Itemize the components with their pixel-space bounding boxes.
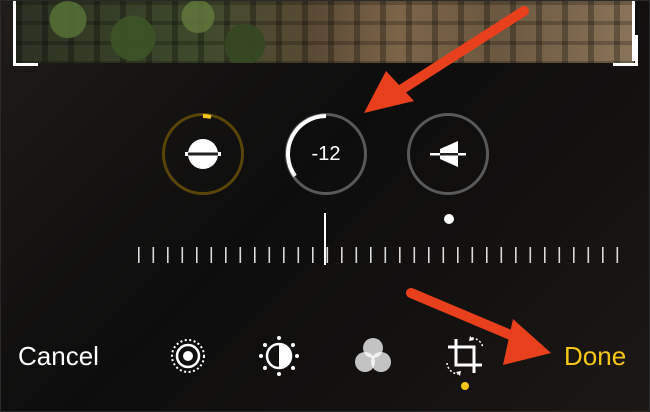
slider-tick <box>500 247 503 263</box>
slider-tick <box>442 247 445 263</box>
slider-tick <box>544 247 546 263</box>
adjust-icon <box>259 336 299 376</box>
crop-icon <box>446 336 484 376</box>
slider-tick <box>558 247 561 263</box>
slider-tick <box>138 247 140 263</box>
active-tool-indicator <box>461 382 469 390</box>
horizontal-dial[interactable] <box>407 113 489 195</box>
done-button[interactable]: Done <box>564 340 626 372</box>
horizontal-adjusted-dot <box>444 214 454 224</box>
adjust-button[interactable] <box>258 335 300 377</box>
slider-tick <box>268 247 271 263</box>
slider-tick <box>326 247 329 263</box>
slider-tick <box>471 247 474 263</box>
slider-tick <box>181 247 184 263</box>
slider-tick <box>457 247 459 263</box>
slider-tick <box>573 247 575 263</box>
slider-tick <box>399 247 401 263</box>
vertical-dial[interactable]: -12 <box>285 113 367 195</box>
slider-tick <box>587 247 590 263</box>
filters-icon <box>355 338 391 372</box>
slider-tick <box>370 247 372 263</box>
slider-tick <box>428 247 430 263</box>
crop-handle-bottom-left[interactable] <box>13 35 38 66</box>
slider-tick <box>529 247 532 263</box>
slider-tick <box>616 247 619 263</box>
adjust-slider[interactable] <box>136 245 626 265</box>
vertical-progress-icon <box>285 114 327 178</box>
slider-tick <box>486 247 488 263</box>
slider-tick <box>312 247 314 263</box>
filters-button[interactable] <box>352 335 394 377</box>
slider-tick <box>602 247 604 263</box>
slider-tick <box>384 247 387 263</box>
slider-tick <box>210 247 213 263</box>
cancel-button[interactable]: Cancel <box>18 340 99 372</box>
slider-tick <box>341 247 343 263</box>
slider-tick <box>152 247 155 263</box>
slider-tick <box>355 247 358 263</box>
slider-tick <box>413 247 416 263</box>
slider-tick <box>196 247 198 263</box>
slider-tick <box>225 247 227 263</box>
slider-tick <box>167 247 169 263</box>
slider-tick <box>239 247 242 263</box>
slider-tick <box>254 247 256 263</box>
horizontal-perspective-icon <box>430 141 466 167</box>
photo-editor: -12 Cancel Done <box>0 0 650 412</box>
photo-trees <box>16 1 276 63</box>
live-photo-icon <box>171 339 205 373</box>
crop-button[interactable] <box>444 335 486 377</box>
live-photo-button[interactable] <box>167 335 209 377</box>
slider-tick <box>297 247 300 263</box>
straighten-dial[interactable] <box>162 113 244 195</box>
slider-tick <box>283 247 285 263</box>
slider-tick <box>515 247 517 263</box>
annotation-arrow-top <box>364 6 529 113</box>
crop-handle-bottom-right[interactable] <box>613 35 638 66</box>
straighten-progress-icon <box>202 114 212 119</box>
